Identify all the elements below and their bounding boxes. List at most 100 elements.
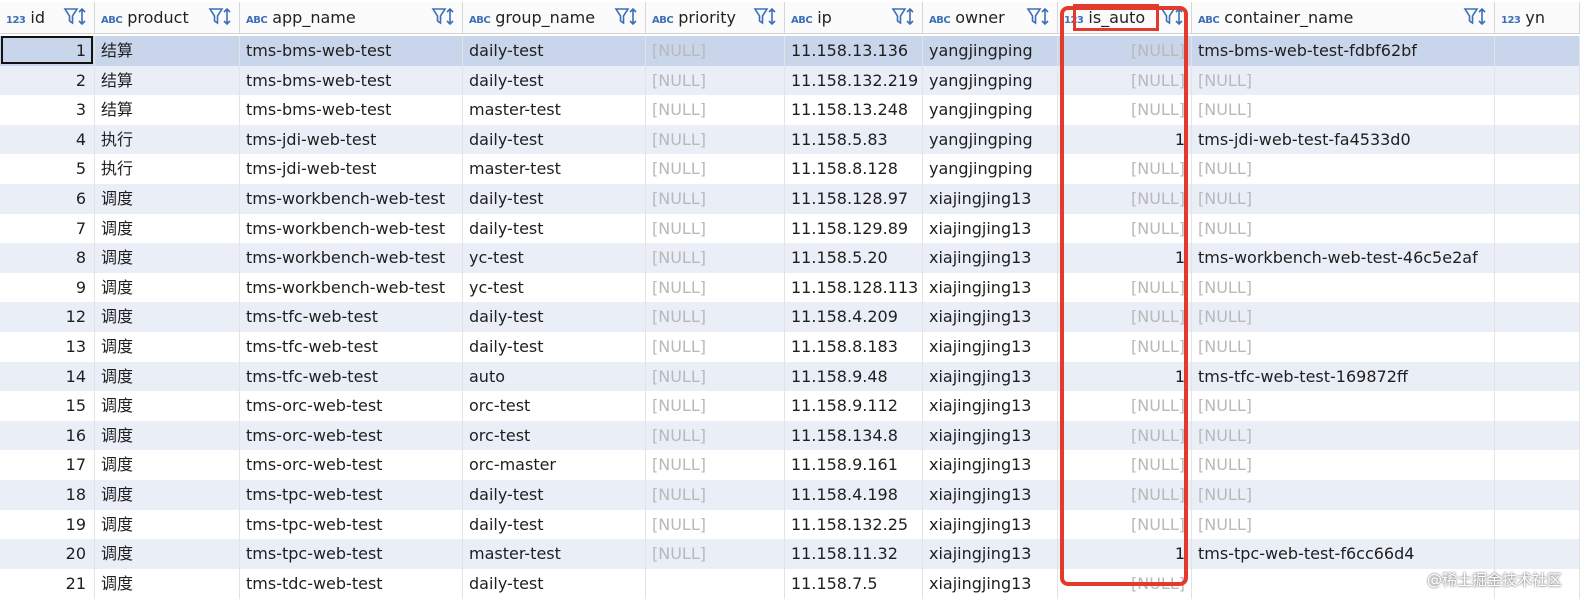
cell-container-name[interactable]: [NULL] — [1192, 302, 1495, 333]
cell-app-name[interactable]: tms-orc-web-test — [240, 420, 463, 451]
table-row[interactable]: 1 结算 tms-bms-web-test daily-test [NULL] 11.15… — [0, 36, 1580, 66]
cell-ip[interactable]: 11.158.5.20 — [785, 243, 923, 274]
table-row[interactable]: 9 调度 tms-workbench-web-test yc-test [NULL] 11… — [0, 272, 1580, 303]
cell-priority[interactable]: [NULL] — [646, 272, 785, 303]
cell-app-name[interactable]: tms-bms-web-test — [240, 95, 463, 126]
cell-owner[interactable]: xiajingjing13 — [923, 184, 1058, 214]
column-header-ip[interactable]: ABC ip — [785, 2, 923, 33]
cell-id[interactable]: 6 — [0, 184, 95, 214]
cell-id[interactable]: 18 — [0, 480, 95, 510]
cell-ip[interactable]: 11.158.7.5 — [785, 568, 923, 599]
column-header-id[interactable]: 123 id — [0, 2, 95, 33]
cell-owner[interactable]: xiajingjing13 — [923, 420, 1058, 451]
cell-group-name[interactable]: orc-test — [463, 391, 646, 422]
table-row[interactable]: 21 调度 tms-tdc-web-test daily-test 11.158.7.5… — [0, 568, 1580, 599]
table-row[interactable]: 7 调度 tms-workbench-web-test daily-test [NULL… — [0, 213, 1580, 244]
cell-container-name[interactable]: [NULL] — [1192, 95, 1495, 126]
cell-ip[interactable]: 11.158.4.198 — [785, 480, 923, 510]
cell-owner[interactable]: xiajingjing13 — [923, 509, 1058, 540]
cell-app-name[interactable]: tms-orc-web-test — [240, 391, 463, 422]
cell-group-name[interactable]: daily-test — [463, 124, 646, 155]
cell-app-name[interactable]: tms-tpc-web-test — [240, 539, 463, 570]
cell-yn[interactable] — [1495, 36, 1580, 66]
cell-ip[interactable]: 11.158.128.97 — [785, 184, 923, 214]
cell-app-name[interactable]: tms-tfc-web-test — [240, 332, 463, 362]
cell-app-name[interactable]: tms-bms-web-test — [240, 36, 463, 66]
cell-priority[interactable]: [NULL] — [646, 213, 785, 244]
cell-id[interactable]: 4 — [0, 124, 95, 155]
table-row[interactable]: 20 调度 tms-tpc-web-test master-test [NULL] 11.… — [0, 539, 1580, 570]
cell-id[interactable]: 3 — [0, 95, 95, 126]
cell-app-name[interactable]: tms-jdi-web-test — [240, 154, 463, 185]
cell-app-name[interactable]: tms-workbench-web-test — [240, 272, 463, 303]
cell-group-name[interactable]: master-test — [463, 154, 646, 185]
cell-container-name[interactable]: [NULL] — [1192, 272, 1495, 303]
cell-owner[interactable]: yangjingping — [923, 124, 1058, 155]
cell-container-name[interactable]: [NULL] — [1192, 213, 1495, 244]
cell-yn[interactable] — [1495, 539, 1580, 570]
cell-yn[interactable] — [1495, 124, 1580, 155]
cell-owner[interactable]: yangjingping — [923, 95, 1058, 126]
cell-group-name[interactable]: master-test — [463, 539, 646, 570]
cell-priority[interactable]: [NULL] — [646, 509, 785, 540]
table-row[interactable]: 6 调度 tms-workbench-web-test daily-test [NULL… — [0, 184, 1580, 214]
cell-id[interactable]: 21 — [0, 568, 95, 599]
cell-id[interactable]: 14 — [0, 361, 95, 392]
cell-owner[interactable]: xiajingjing13 — [923, 243, 1058, 274]
cell-app-name[interactable]: tms-tdc-web-test — [240, 568, 463, 599]
cell-priority[interactable]: [NULL] — [646, 302, 785, 333]
cell-ip[interactable]: 11.158.9.161 — [785, 450, 923, 481]
cell-priority[interactable]: [NULL] — [646, 95, 785, 126]
cell-yn[interactable] — [1495, 332, 1580, 362]
cell-product[interactable]: 调度 — [95, 213, 240, 244]
cell-priority[interactable]: [NULL] — [646, 243, 785, 274]
cell-product[interactable]: 调度 — [95, 184, 240, 214]
cell-product[interactable]: 结算 — [95, 95, 240, 126]
cell-ip[interactable]: 11.158.132.25 — [785, 509, 923, 540]
cell-group-name[interactable]: daily-test — [463, 213, 646, 244]
cell-container-name[interactable]: [NULL] — [1192, 154, 1495, 185]
cell-group-name[interactable]: daily-test — [463, 302, 646, 333]
cell-product[interactable]: 执行 — [95, 154, 240, 185]
cell-container-name[interactable]: tms-tpc-web-test-f6cc66d4 — [1192, 539, 1495, 570]
cell-yn[interactable] — [1495, 272, 1580, 303]
cell-group-name[interactable]: yc-test — [463, 243, 646, 274]
cell-priority[interactable]: [NULL] — [646, 65, 785, 96]
column-header-product[interactable]: ABC product — [95, 2, 240, 33]
cell-priority[interactable]: [NULL] — [646, 450, 785, 481]
cell-ip[interactable]: 11.158.128.113 — [785, 272, 923, 303]
cell-product[interactable]: 调度 — [95, 480, 240, 510]
table-row[interactable]: 17 调度 tms-orc-web-test orc-master [NULL] 11.1… — [0, 450, 1580, 481]
cell-id[interactable]: 17 — [0, 450, 95, 481]
cell-ip[interactable]: 11.158.132.219 — [785, 65, 923, 96]
cell-container-name[interactable]: [NULL] — [1192, 509, 1495, 540]
cell-group-name[interactable]: orc-master — [463, 450, 646, 481]
cell-yn[interactable] — [1495, 154, 1580, 185]
cell-yn[interactable] — [1495, 480, 1580, 510]
cell-container-name[interactable]: [NULL] — [1192, 65, 1495, 96]
cell-id[interactable]: 9 — [0, 272, 95, 303]
cell-group-name[interactable]: daily-test — [463, 509, 646, 540]
cell-owner[interactable]: xiajingjing13 — [923, 302, 1058, 333]
cell-owner[interactable]: xiajingjing13 — [923, 480, 1058, 510]
cell-group-name[interactable]: daily-test — [463, 184, 646, 214]
table-row[interactable]: 12 调度 tms-tfc-web-test daily-test [NULL] 11.1… — [0, 302, 1580, 333]
filter-sort-icon[interactable] — [63, 6, 89, 28]
column-header-group-name[interactable]: ABC group_name — [463, 2, 646, 33]
cell-product[interactable]: 调度 — [95, 272, 240, 303]
cell-ip[interactable]: 11.158.134.8 — [785, 420, 923, 451]
cell-id[interactable]: 20 — [0, 539, 95, 570]
cell-yn[interactable] — [1495, 95, 1580, 126]
cell-container-name[interactable]: tms-jdi-web-test-fa4533d0 — [1192, 124, 1495, 155]
cell-owner[interactable]: yangjingping — [923, 65, 1058, 96]
cell-owner[interactable]: xiajingjing13 — [923, 213, 1058, 244]
cell-owner[interactable]: xiajingjing13 — [923, 568, 1058, 599]
cell-container-name[interactable]: [NULL] — [1192, 480, 1495, 510]
table-row[interactable]: 14 调度 tms-tfc-web-test auto [NULL] 11.158.9.4… — [0, 361, 1580, 392]
filter-sort-icon[interactable] — [891, 6, 917, 28]
cell-ip[interactable]: 11.158.4.209 — [785, 302, 923, 333]
cell-container-name[interactable]: tms-bms-web-test-fdbf62bf — [1192, 36, 1495, 66]
table-row[interactable]: 4 执行 tms-jdi-web-test daily-test [NULL] 11.15… — [0, 124, 1580, 155]
column-header-priority[interactable]: ABC priority — [646, 2, 785, 33]
cell-group-name[interactable]: daily-test — [463, 568, 646, 599]
